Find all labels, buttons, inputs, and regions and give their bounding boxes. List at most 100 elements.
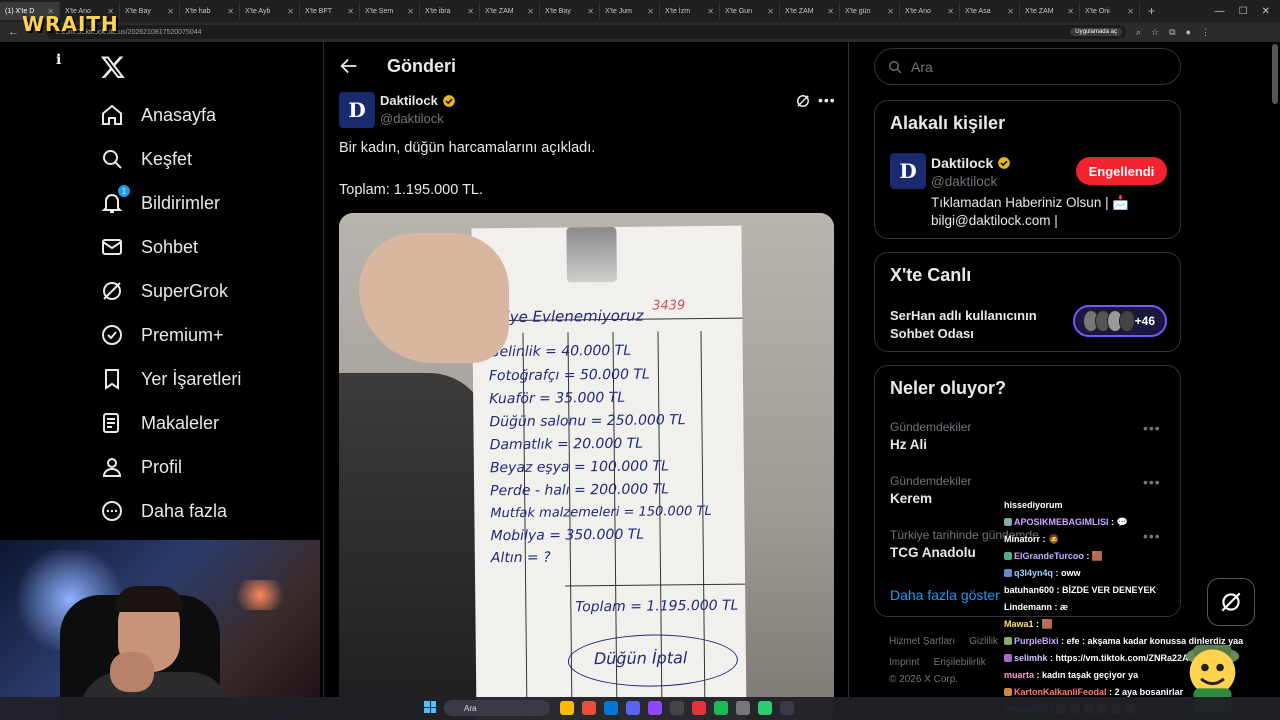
live-room-title[interactable]: SerHan adlı kullanıcının Sohbet Odası [890,307,1070,343]
related-avatar[interactable]: D [890,153,926,189]
trend-name[interactable]: TCG Anadolu [890,545,976,560]
close-tab-icon[interactable]: ✕ [587,7,594,16]
close-tab-icon[interactable]: ✕ [887,7,894,16]
close-tab-icon[interactable]: ✕ [1127,7,1134,16]
x-logo-icon[interactable] [100,54,126,80]
show-more-link[interactable]: Daha fazla göster [890,587,1000,603]
sidebar-item-articles[interactable]: Makaleler [100,408,219,438]
author-name-row[interactable]: Daktilock [380,93,456,108]
footer-link[interactable]: Erişilebilirlik [934,657,986,668]
bookmark-star-icon[interactable]: ☆ [1151,27,1159,38]
close-tab-icon[interactable]: ✕ [827,7,834,16]
sidebar-item-home[interactable]: Anasayfa [100,100,216,130]
app-icon[interactable] [736,701,750,715]
minimize-icon[interactable]: — [1215,6,1225,17]
more-options-icon[interactable]: ••• [818,92,836,108]
app-icon[interactable] [758,701,772,715]
sidebar-item-bookmarks[interactable]: Yer İşaretleri [100,364,241,394]
new-tab-icon[interactable]: + [1140,4,1163,18]
footer-link[interactable]: Imprint [889,657,920,668]
browser-tab[interactable]: X'te Jum ✕ [600,2,660,20]
edge-icon[interactable] [604,701,618,715]
back-arrow-icon[interactable] [338,55,360,77]
browser-tab[interactable]: X'te Oni ✕ [1080,2,1140,20]
sidebar-item-more[interactable]: Daha fazla [100,496,227,526]
app-icon[interactable] [692,701,706,715]
author-handle[interactable]: @daktilock [380,111,444,126]
browser-tab[interactable]: X'te ZAM ✕ [1020,2,1080,20]
url-field[interactable]: x.com/Daktilock/status/20262108175200750… [46,25,1126,39]
browser-tab[interactable]: X'te ZAM ✕ [480,2,540,20]
close-tab-icon[interactable]: ✕ [947,7,954,16]
browser-tab[interactable]: X'te Ayb ✕ [240,2,300,20]
browser-tab[interactable]: X'te Asa ✕ [960,2,1020,20]
close-tab-icon[interactable]: ✕ [227,7,234,16]
browser-tab[interactable]: X'te hab ✕ [180,2,240,20]
post-photo[interactable]: Niye Evlenemiyoruz 3439 Gelinlik = 40.00… [339,213,834,720]
discord-icon[interactable] [626,701,640,715]
sidebar-item-notifications[interactable]: 1 Bildirimler [100,185,220,218]
close-tab-icon[interactable]: ✕ [647,7,654,16]
browser-tab[interactable]: X'te gün ✕ [840,2,900,20]
close-tab-icon[interactable]: ✕ [467,7,474,16]
close-tab-icon[interactable]: ✕ [707,7,714,16]
trend-name[interactable]: Kerem [890,491,932,506]
chrome-icon[interactable] [582,701,596,715]
related-handle[interactable]: @daktilock [931,174,997,189]
taskbar-search[interactable]: Ara [444,700,550,716]
search-input[interactable]: Ara [874,48,1181,85]
browser-tab[interactable]: X'te ibra ✕ [420,2,480,20]
menu-icon[interactable]: ⋮ [1201,27,1210,38]
note-line: Gelinlik = 40.000 TL [488,342,632,361]
trend-more-icon[interactable]: ••• [1143,420,1161,436]
close-tab-icon[interactable]: ✕ [527,7,534,16]
close-tab-icon[interactable]: ✕ [347,7,354,16]
tab-title: X'te ibra [425,7,451,15]
maximize-icon[interactable]: ☐ [1239,6,1248,17]
grok-icon[interactable] [794,92,812,110]
sidebar-item-profile[interactable]: Profil [100,452,182,482]
close-tab-icon[interactable]: ✕ [167,7,174,16]
browser-tab[interactable]: X'te Gun ✕ [720,2,780,20]
twitch-icon[interactable] [648,701,662,715]
close-tab-icon[interactable]: ✕ [287,7,294,16]
file-explorer-icon[interactable] [560,701,574,715]
sidebar-item-supergrok[interactable]: SuperGrok [100,276,228,306]
sidebar-item-premium[interactable]: Premium+ [100,320,224,350]
close-tab-icon[interactable]: ✕ [767,7,774,16]
obs-icon[interactable] [670,701,684,715]
blocked-button[interactable]: Engellendi [1076,157,1167,185]
spotify-icon[interactable] [714,701,728,715]
browser-tab[interactable]: X'te Bay ✕ [540,2,600,20]
browser-tab[interactable]: X'te Sem ✕ [360,2,420,20]
extensions-icon[interactable]: ⧉ [1169,27,1175,38]
author-avatar[interactable]: D [339,92,375,128]
sidebar-item-explore[interactable]: Keşfet [100,144,192,174]
browser-tab[interactable]: X'te Bay ✕ [120,2,180,20]
footer-link[interactable]: Gizlilik [969,636,998,647]
scrollbar[interactable] [1272,44,1278,104]
profile-icon[interactable]: ● [1186,27,1191,38]
footer-link[interactable]: Hizmet Şartları [889,636,955,647]
zoom-icon[interactable]: ⌕ [1136,27,1141,38]
note-number: 3439 [652,298,686,314]
close-window-icon[interactable]: ✕ [1262,6,1270,17]
close-tab-icon[interactable]: ✕ [1067,7,1074,16]
close-tab-icon[interactable]: ✕ [1007,7,1014,16]
browser-tab[interactable]: X'te İzm ✕ [660,2,720,20]
trend-name[interactable]: Hz Ali [890,437,927,452]
sidebar-item-messages[interactable]: Sohbet [100,232,198,262]
browser-tab[interactable]: X'te Ano ✕ [900,2,960,20]
chat-username: KartonKalkanliFeodal [1014,687,1107,697]
trend-more-icon[interactable]: ••• [1143,474,1161,490]
related-name-row[interactable]: Daktilock [931,155,1011,171]
browser-tab[interactable]: X'te BFT ✕ [300,2,360,20]
open-in-app-button[interactable]: Uygulamada aç [1070,28,1122,36]
windows-start-icon[interactable] [424,701,436,713]
browser-tab[interactable]: X'te ZAM ✕ [780,2,840,20]
app-icon[interactable] [780,701,794,715]
live-listeners-pill[interactable]: +46 [1073,305,1167,337]
taskbar-apps [560,701,794,715]
close-tab-icon[interactable]: ✕ [407,7,414,16]
trend-category: Gündemdekiler [890,420,972,434]
